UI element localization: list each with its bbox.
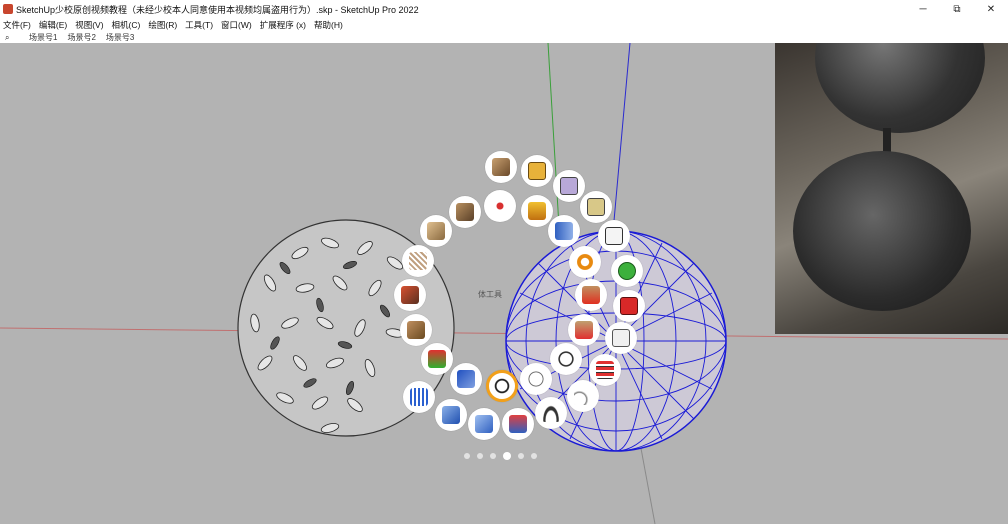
- menu-extensions[interactable]: 扩展程序 (x): [260, 19, 306, 31]
- maximize-button[interactable]: ⧉: [940, 0, 974, 18]
- explode-box-icon: [401, 286, 419, 304]
- rotate-object-icon: [605, 227, 623, 245]
- tile-cube-icon: [612, 329, 630, 347]
- tool-11[interactable]: [402, 245, 434, 277]
- menu-view[interactable]: 视图(V): [75, 19, 103, 31]
- red-axis: [0, 327, 1008, 340]
- tool-30[interactable]: [502, 408, 534, 440]
- mirror-shape-icon: [555, 222, 573, 240]
- layer-stack-icon: [596, 361, 614, 379]
- tool-hint: 体工具: [478, 290, 502, 299]
- menu-camera[interactable]: 相机(C): [112, 19, 141, 31]
- round-corner-icon: [528, 162, 546, 180]
- page-dot-3[interactable]: [490, 453, 496, 459]
- page-dot-4[interactable]: [503, 452, 511, 460]
- tool-14[interactable]: [611, 255, 643, 287]
- tool-20[interactable]: [605, 322, 637, 354]
- axis-dashed: [639, 442, 656, 524]
- move-axis-icon: [407, 321, 425, 339]
- push-pull-solid-icon: [492, 158, 510, 176]
- polygon-outline-icon: [527, 370, 545, 388]
- scene-tab-3[interactable]: 场景号3: [106, 32, 134, 43]
- green-arrow-plane-icon: [428, 350, 446, 368]
- tool-23[interactable]: [589, 354, 621, 386]
- blue-plane-icon: [457, 370, 475, 388]
- title-bar: SketchUp少校原创视频教程（未经少校本人同意使用本视频均属盗用行为）.sk…: [0, 0, 1008, 18]
- tool-19[interactable]: [568, 314, 600, 346]
- page-dot-1[interactable]: [464, 453, 470, 459]
- bevel-cube-icon: [587, 198, 605, 216]
- twist-shape-icon: [456, 203, 474, 221]
- red-blue-block-icon: [509, 415, 527, 433]
- cube-split-icon: [475, 415, 493, 433]
- tool-13[interactable]: [486, 370, 518, 402]
- tool-29[interactable]: [468, 408, 500, 440]
- tool-25[interactable]: [520, 363, 552, 395]
- search-icon[interactable]: ⌕: [5, 33, 15, 43]
- tool-3[interactable]: [553, 170, 585, 202]
- blue-axis: [611, 43, 631, 244]
- extrude-arrow-icon: [582, 286, 600, 304]
- close-button[interactable]: ✕: [974, 0, 1008, 18]
- sketchup-logo-icon: [3, 4, 13, 14]
- menu-draw[interactable]: 绘图(R): [148, 19, 177, 31]
- tool-9[interactable]: [548, 215, 580, 247]
- window-title: SketchUp少校原创视频教程（未经少校本人同意使用本视频均属盗用行为）.sk…: [16, 4, 419, 15]
- wave-line-icon: [410, 388, 428, 406]
- tool-12[interactable]: [569, 246, 601, 278]
- tool-2[interactable]: [521, 155, 553, 187]
- page-dot-6[interactable]: [531, 453, 537, 459]
- red-solid-icon: [620, 297, 638, 315]
- curve-line-icon: [409, 252, 427, 270]
- tool-10[interactable]: [598, 220, 630, 252]
- window-controls: ─ ⧉ ✕: [906, 0, 1008, 18]
- orange-ring-icon: [576, 253, 594, 271]
- cube-outline-icon: [560, 177, 578, 195]
- green-sphere-icon: [618, 262, 636, 280]
- tool-24[interactable]: [450, 363, 482, 395]
- tool-5[interactable]: [484, 190, 516, 222]
- tool-4[interactable]: [580, 191, 612, 223]
- menu-bar: 文件(F) 编辑(E) 视图(V) 相机(C) 绘图(R) 工具(T) 窗口(W…: [0, 18, 1008, 32]
- point-cloud-icon: [491, 197, 509, 215]
- tool-31[interactable]: [535, 397, 567, 429]
- warning-triangle-icon: [528, 202, 546, 220]
- menu-tools[interactable]: 工具(T): [185, 19, 213, 31]
- tool-1[interactable]: [485, 151, 517, 183]
- menu-help[interactable]: 帮助(H): [314, 19, 343, 31]
- menu-file[interactable]: 文件(F): [3, 19, 31, 31]
- page-indicator: [464, 452, 544, 460]
- shell-selected-icon: [493, 377, 511, 395]
- page-dot-2[interactable]: [477, 453, 483, 459]
- minimize-button[interactable]: ─: [906, 0, 940, 18]
- blue-cube-icon: [442, 406, 460, 424]
- tool-8[interactable]: [420, 215, 452, 247]
- tool-28[interactable]: [435, 399, 467, 431]
- tool-6[interactable]: [449, 196, 481, 228]
- menu-window[interactable]: 窗口(W): [221, 19, 252, 31]
- tool-16[interactable]: [575, 279, 607, 311]
- tool-15[interactable]: [394, 279, 426, 311]
- scene-tab-bar: ⌕ 场景号1 场景号2 场景号3: [0, 32, 1008, 43]
- tool-18[interactable]: [400, 314, 432, 346]
- scene-tab-1[interactable]: 场景号1: [29, 32, 57, 43]
- loft-surface-icon: [427, 222, 445, 240]
- tool-17[interactable]: [613, 290, 645, 322]
- tool-27[interactable]: [403, 381, 435, 413]
- circle-outline-icon: [557, 350, 575, 368]
- tool-7[interactable]: [521, 195, 553, 227]
- tool-22[interactable]: [550, 343, 582, 375]
- tool-26[interactable]: [567, 380, 599, 412]
- menu-edit[interactable]: 编辑(E): [39, 19, 67, 31]
- model-viewport[interactable]: 体工具: [0, 43, 1008, 524]
- bend-arc-icon: [542, 404, 560, 422]
- page-dot-5[interactable]: [518, 453, 524, 459]
- tool-21[interactable]: [421, 343, 453, 375]
- arc-curve-icon: [574, 387, 592, 405]
- scene-tab-2[interactable]: 场景号2: [67, 32, 95, 43]
- lift-face-icon: [575, 321, 593, 339]
